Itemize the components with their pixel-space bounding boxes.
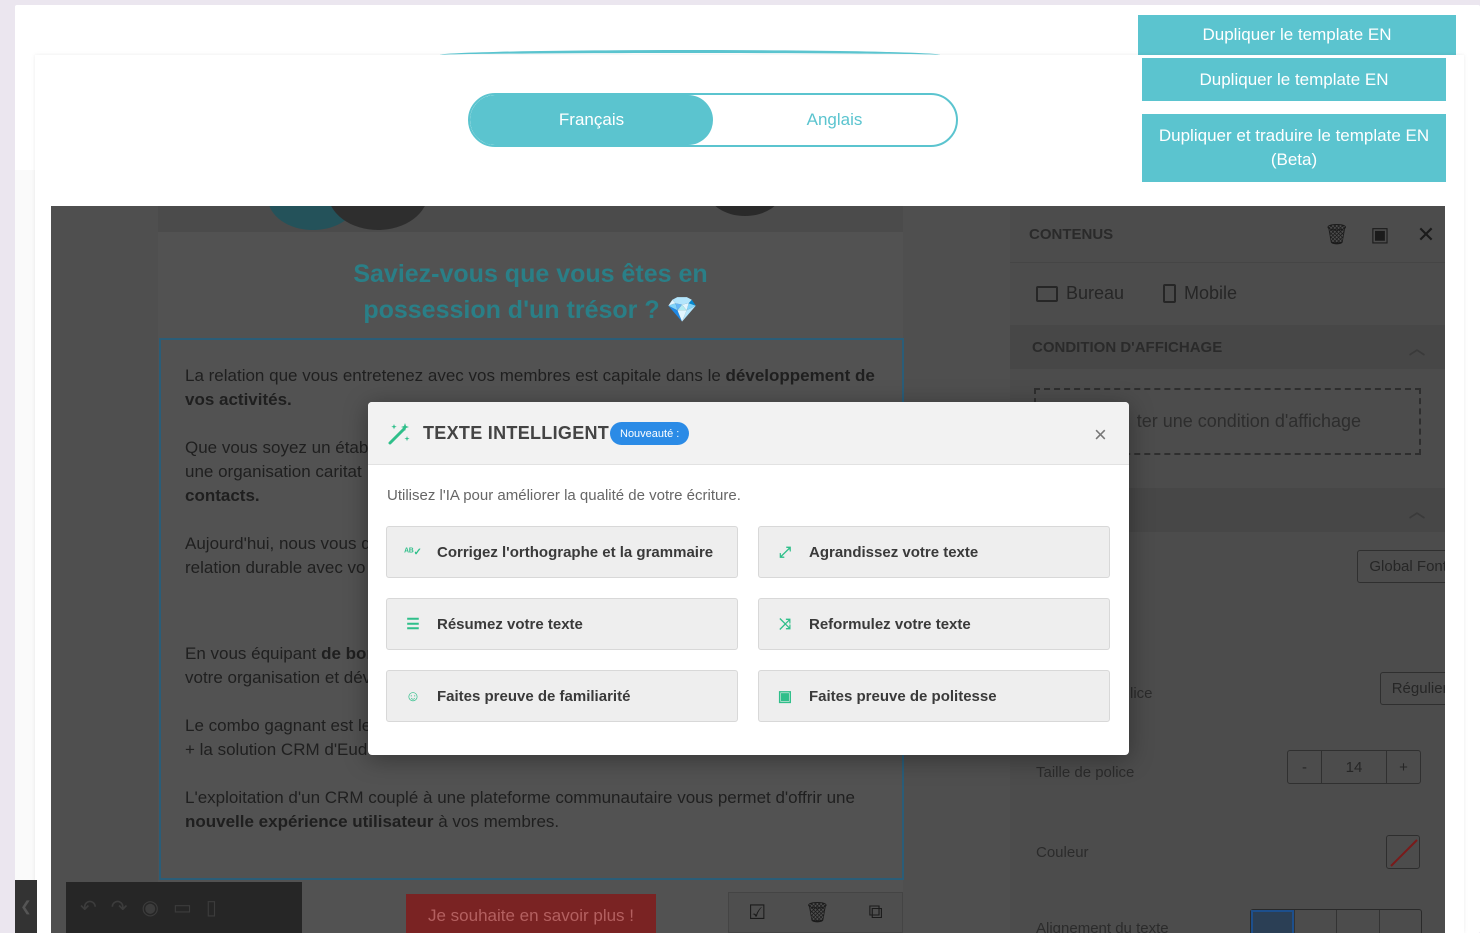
delete-block-icon[interactable]: 🗑	[805, 900, 830, 925]
tab-desktop[interactable]: Bureau	[1036, 283, 1124, 304]
font-size-label: Taille de police	[1036, 764, 1135, 781]
font-select-value: Global Font	[1369, 558, 1445, 575]
color-picker[interactable]	[1386, 835, 1420, 869]
tab-mobile[interactable]: Mobile	[1163, 283, 1237, 304]
expand-icon: ⤢	[778, 543, 791, 561]
align-justify-button[interactable]	[1378, 910, 1421, 933]
alignment-group	[1250, 909, 1422, 933]
redo-icon[interactable]: ↷	[111, 895, 128, 920]
weight-select[interactable]: Régulier ▾	[1380, 672, 1445, 705]
desktop-view-icon[interactable]: ▭	[173, 895, 192, 920]
email-title[interactable]: Saviez-vous que vous êtes en possession …	[158, 256, 903, 328]
tab-desktop-label: Bureau	[1066, 283, 1125, 303]
left-strip	[15, 170, 37, 933]
no-color-icon	[1390, 839, 1418, 867]
side-toggle[interactable]: ❮	[15, 880, 37, 933]
color-label: Couleur	[1036, 844, 1089, 861]
spellcheck-icon: ᴬᴮ✓	[404, 546, 422, 558]
block-toolbar: ☑ 🗑 ⧉	[728, 892, 903, 933]
lang-french-tab[interactable]: Français	[470, 95, 713, 145]
smile-icon: ☺	[405, 687, 421, 705]
condition-placeholder: ter une condition d'affichage	[1136, 411, 1361, 431]
lang-english-tab[interactable]: Anglais	[713, 95, 956, 145]
expand-text-button[interactable]: ⤢ Agrandissez votre texte	[758, 526, 1110, 578]
magic-wand-icon	[388, 423, 410, 445]
duplicate-template-button[interactable]: Dupliquer le template EN	[1142, 58, 1446, 101]
duplicate-translate-button[interactable]: Dupliquer et traduire le template EN (Be…	[1142, 114, 1446, 182]
align-center-button[interactable]	[1293, 910, 1336, 933]
trash-icon[interactable]: 🗑	[1324, 223, 1349, 247]
duplicate-template-top-button[interactable]: Dupliquer le template EN	[1138, 15, 1456, 55]
copy-block-icon[interactable]: ⧉	[868, 901, 882, 924]
mobile-icon	[1163, 284, 1176, 303]
tab-mobile-label: Mobile	[1184, 283, 1238, 303]
align-right-button[interactable]	[1336, 910, 1378, 933]
language-toggle: Français Anglais	[468, 93, 958, 147]
size-value[interactable]: 14	[1322, 751, 1386, 783]
cta-button[interactable]: Je souhaite en savoir plus !	[406, 894, 656, 933]
email-title-line1: Saviez-vous que vous êtes en	[353, 260, 708, 288]
toggle-shadow	[440, 50, 940, 60]
weight-label: lice	[1130, 685, 1153, 702]
modal-title: TEXTE INTELLIGENT	[423, 423, 610, 443]
align-left-button[interactable]	[1251, 910, 1294, 933]
chevron-up-icon: ︿	[1408, 504, 1425, 521]
duplicate-icon[interactable]: ▣	[1368, 223, 1392, 247]
fix-spelling-button[interactable]: ᴬᴮ✓ Corrigez l'orthographe et la grammai…	[386, 526, 738, 578]
shuffle-icon: ⤨	[778, 615, 791, 633]
action-label: Agrandissez votre texte	[809, 543, 979, 561]
paragraph-6: L'exploitation d'un CRM couplé à une pla…	[185, 788, 855, 831]
panel-title: CONTENUS	[1029, 225, 1114, 243]
decor-shape	[328, 206, 428, 230]
section-title: CONDITION D'AFFICHAGE	[1032, 338, 1223, 356]
modal-subtitle: Utilisez l'IA pour améliorer la qualité …	[387, 487, 741, 504]
list-icon: ☰	[406, 616, 420, 633]
mobile-view-icon[interactable]: ▯	[206, 895, 217, 920]
size-decrement-button[interactable]: -	[1288, 751, 1322, 783]
weight-select-value: Régulier	[1391, 680, 1445, 697]
action-label: Corrigez l'orthographe et la grammaire	[437, 543, 714, 561]
font-select[interactable]: Global Font ▾	[1357, 550, 1445, 583]
alignment-label: Alignement du texte	[1036, 920, 1169, 933]
checkbox-icon[interactable]: ☑	[748, 900, 766, 925]
action-label: Faites preuve de politesse	[809, 687, 997, 705]
polite-tone-button[interactable]: ▣ Faites preuve de politesse	[758, 670, 1110, 722]
modal-close-button[interactable]: ×	[1094, 422, 1107, 448]
casual-tone-button[interactable]: ☺ Faites preuve de familiarité	[386, 670, 738, 722]
action-label: Reformulez votre texte	[809, 615, 971, 633]
size-increment-button[interactable]: +	[1386, 751, 1420, 783]
header-image	[158, 206, 903, 232]
decor-shape	[708, 206, 782, 216]
rephrase-button[interactable]: ⤨ Reformulez votre texte	[758, 598, 1110, 650]
desktop-icon	[1036, 285, 1058, 302]
briefcase-icon: ▣	[777, 688, 793, 705]
email-title-line2: possession d'un trésor ? 💎	[363, 296, 698, 324]
new-badge: Nouveauté :	[610, 422, 690, 445]
smart-text-modal: TEXTE INTELLIGENT Nouveauté : × Utilisez…	[368, 402, 1129, 755]
action-label: Résumez votre texte	[437, 615, 583, 633]
summarize-button[interactable]: ☰ Résumez votre texte	[386, 598, 738, 650]
preview-eye-icon[interactable]: ◉	[142, 895, 159, 920]
section-display-condition[interactable]: CONDITION D'AFFICHAGE ︿	[1010, 325, 1445, 369]
undo-icon[interactable]: ↶	[80, 895, 97, 920]
action-label: Faites preuve de familiarité	[437, 687, 631, 705]
modal-header: TEXTE INTELLIGENT Nouveauté : ×	[368, 402, 1129, 465]
editor-toolbar: ↶ ↷ ◉ ▭ ▯	[66, 882, 302, 933]
chevron-up-icon: ︿	[1408, 341, 1425, 358]
close-icon[interactable]: ✕	[1414, 223, 1438, 247]
font-size-stepper: - 14 +	[1287, 750, 1421, 784]
